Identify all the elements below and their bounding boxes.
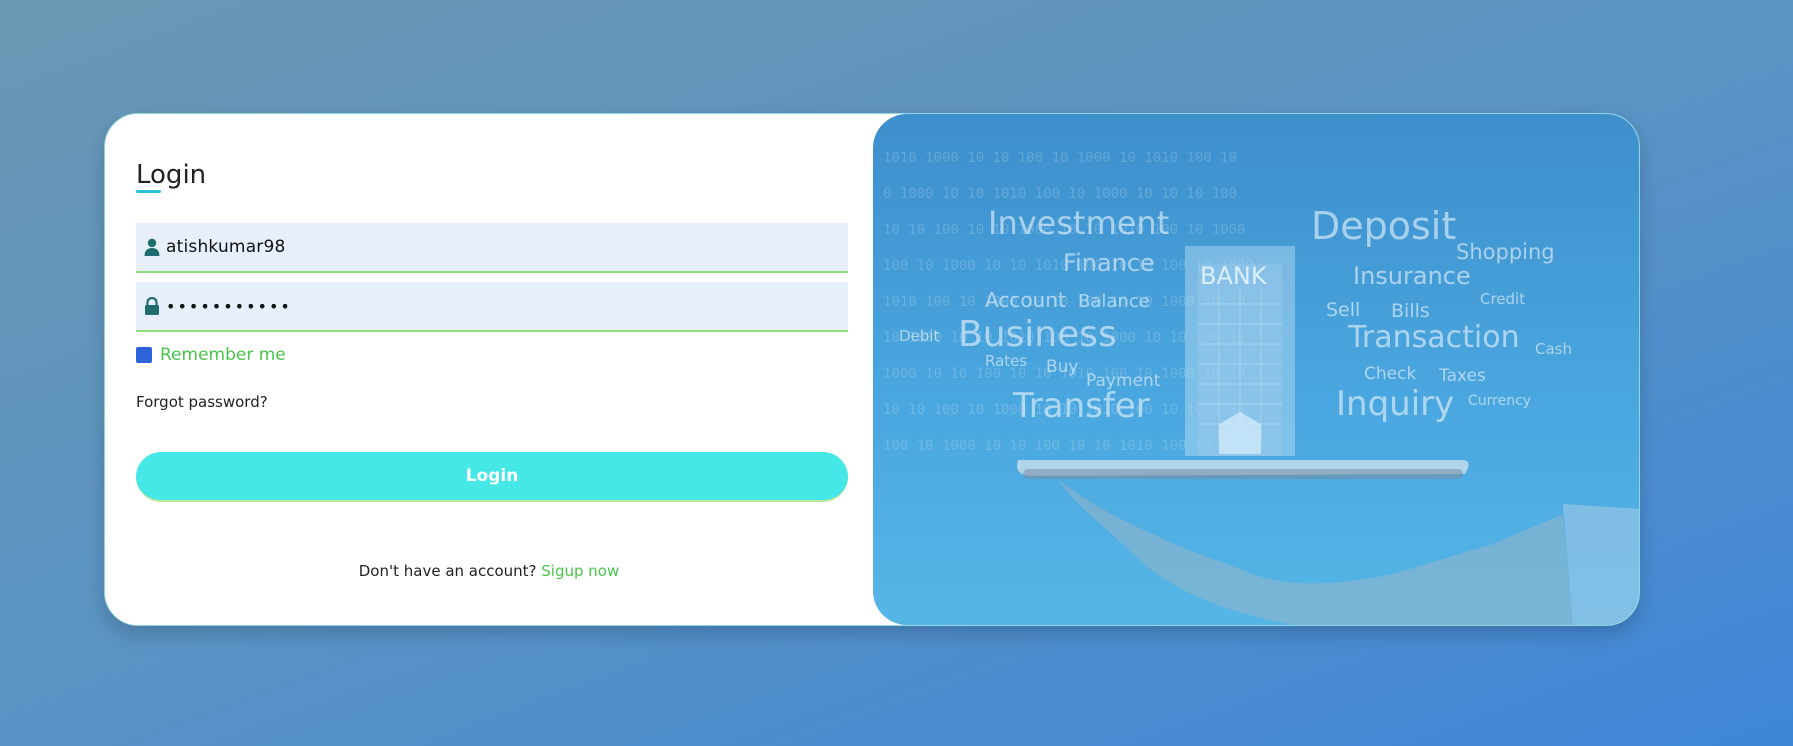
word-transfer: Transfer bbox=[1012, 386, 1150, 426]
word-bills: Bills bbox=[1391, 300, 1430, 322]
password-field[interactable]: ••••••••••• bbox=[136, 282, 848, 332]
word-transaction: Transaction bbox=[1347, 320, 1520, 355]
word-deposit: Deposit bbox=[1311, 204, 1456, 248]
forgot-password-link[interactable]: Forgot password? bbox=[136, 393, 268, 411]
login-panel: Login atishkumar98 ••••••••••• Remember … bbox=[105, 114, 873, 625]
login-card: Login atishkumar98 ••••••••••• Remember … bbox=[104, 113, 1640, 626]
banking-illustration: 1010 1000 10 10 100 10 1000 10 1010 100 … bbox=[873, 114, 1639, 625]
word-rates: Rates bbox=[985, 352, 1027, 370]
login-title: Login bbox=[136, 160, 207, 190]
username-value[interactable]: atishkumar98 bbox=[166, 237, 848, 257]
signup-link[interactable]: Sigup now bbox=[541, 562, 619, 580]
word-taxes: Taxes bbox=[1438, 366, 1486, 386]
signup-text: Don't have an account? bbox=[358, 562, 542, 580]
svg-text:1010 1000 10 10 100 10 1000 10: 1010 1000 10 10 100 10 1000 10 1010 100 … bbox=[883, 150, 1237, 166]
word-currency: Currency bbox=[1468, 393, 1531, 409]
username-field[interactable]: atishkumar98 bbox=[136, 223, 848, 273]
user-icon bbox=[136, 223, 166, 271]
word-buy: Buy bbox=[1046, 357, 1079, 377]
word-debit: Debit bbox=[899, 327, 939, 345]
word-shopping: Shopping bbox=[1456, 240, 1555, 264]
signup-prompt: Don't have an account? Sigup now bbox=[105, 562, 873, 580]
word-check: Check bbox=[1364, 364, 1416, 384]
word-balance: Balance bbox=[1078, 291, 1150, 312]
word-inquiry: Inquiry bbox=[1336, 384, 1454, 424]
svg-text:0 1000 10 10 1010 100 10 1000: 0 1000 10 10 1010 100 10 1000 10 10 10 1… bbox=[883, 186, 1237, 202]
title-underline bbox=[136, 190, 161, 193]
password-value[interactable]: ••••••••••• bbox=[166, 297, 848, 316]
word-cash: Cash bbox=[1535, 340, 1572, 358]
svg-text:100 10 1000 10 10 100 10 10 10: 100 10 1000 10 10 100 10 10 1010 100 10 … bbox=[883, 438, 1237, 454]
remember-checkbox[interactable] bbox=[136, 347, 152, 363]
word-business: Business bbox=[958, 314, 1117, 355]
word-finance: Finance bbox=[1063, 249, 1155, 277]
word-account: Account bbox=[985, 288, 1066, 312]
word-investment: Investment bbox=[988, 204, 1169, 242]
word-credit: Credit bbox=[1480, 290, 1525, 308]
remember-label[interactable]: Remember me bbox=[160, 345, 286, 365]
bank-building: BANK bbox=[1185, 246, 1295, 456]
lock-icon bbox=[136, 282, 166, 330]
login-button[interactable]: Login bbox=[136, 452, 848, 502]
bank-sign: BANK bbox=[1200, 262, 1268, 290]
word-sell: Sell bbox=[1326, 299, 1360, 321]
remember-me[interactable]: Remember me bbox=[136, 345, 286, 365]
word-insurance: Insurance bbox=[1353, 262, 1471, 290]
